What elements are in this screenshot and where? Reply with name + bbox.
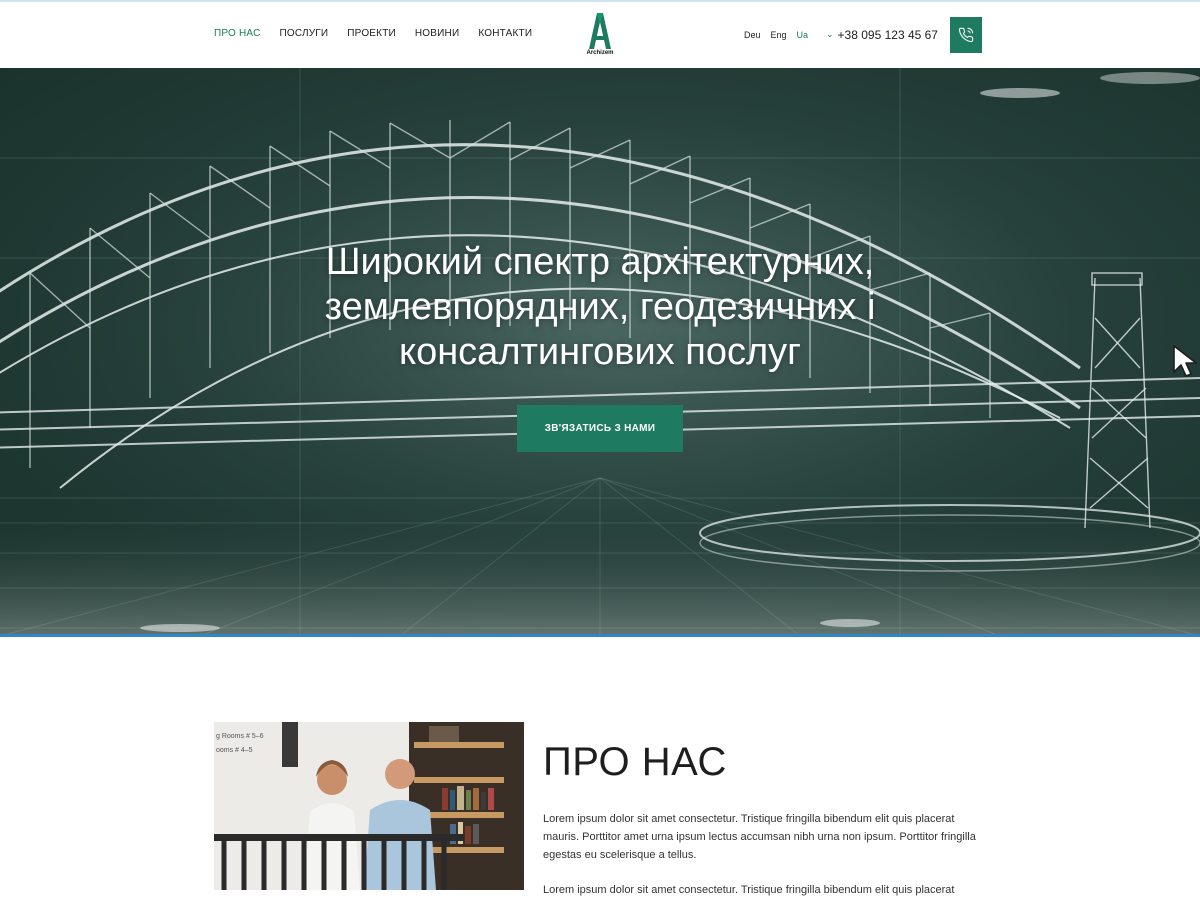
about-paragraph-2: Lorem ipsum dolor sit amet consectetur. …	[543, 884, 955, 896]
lang-deu[interactable]: Deu	[744, 30, 761, 40]
nav-item-contacts[interactable]: КОНТАКТИ	[478, 28, 532, 39]
hero-title-line-2: землевпорядних, геодезичних і	[324, 286, 876, 328]
hero-title-line-1: Широкий спектр архітектурних,	[325, 241, 875, 283]
nav-item-news[interactable]: НОВИНИ	[415, 28, 459, 39]
phone-dropdown[interactable]: ⌄ +38 095 123 45 67	[826, 28, 938, 42]
about-title: ПРО НАС	[543, 740, 727, 784]
phone-number[interactable]: +38 095 123 45 67	[838, 28, 938, 42]
logo-mark-icon	[589, 13, 611, 49]
photo-sign-line-2: ooms # 4–5	[216, 747, 253, 754]
hero-title-line-3: консалтингових послуг	[399, 331, 801, 373]
team-photo-illustration: g Rooms # 5–6 ooms # 4–5	[214, 722, 524, 890]
logo[interactable]: Archizem	[580, 11, 620, 61]
nav-item-services[interactable]: ПОСЛУГИ	[280, 28, 329, 39]
contact-us-button[interactable]: ЗВ'ЯЗАТИСЬ З НАМИ	[517, 405, 683, 452]
hero-banner: Широкий спектр архітектурних, землевпоря…	[0, 68, 1200, 636]
phone-icon	[958, 27, 974, 43]
lang-ua[interactable]: Ua	[797, 30, 809, 40]
main-nav: ПРО НАС ПОСЛУГИ ПРОЕКТИ НОВИНИ КОНТАКТИ	[214, 28, 532, 39]
hero-divider	[0, 634, 1200, 637]
nav-item-projects[interactable]: ПРОЕКТИ	[347, 28, 396, 39]
site-header: ПРО НАС ПОСЛУГИ ПРОЕКТИ НОВИНИ КОНТАКТИ …	[0, 0, 1200, 68]
mouse-cursor-icon	[1173, 345, 1197, 377]
team-photo: g Rooms # 5–6 ooms # 4–5	[214, 722, 524, 890]
hero-title: Широкий спектр архітектурних, землевпоря…	[200, 240, 1000, 375]
chevron-down-icon: ⌄	[826, 28, 834, 39]
about-paragraph-1: Lorem ipsum dolor sit amet consectetur. …	[543, 813, 976, 861]
photo-sign-line-1: g Rooms # 5–6	[216, 733, 264, 740]
language-switcher: Deu Eng Ua	[744, 30, 808, 40]
nav-item-about[interactable]: ПРО НАС	[214, 28, 261, 39]
lang-eng[interactable]: Eng	[771, 30, 787, 40]
call-button[interactable]	[950, 17, 982, 53]
logo-text: Archizem	[586, 50, 614, 56]
